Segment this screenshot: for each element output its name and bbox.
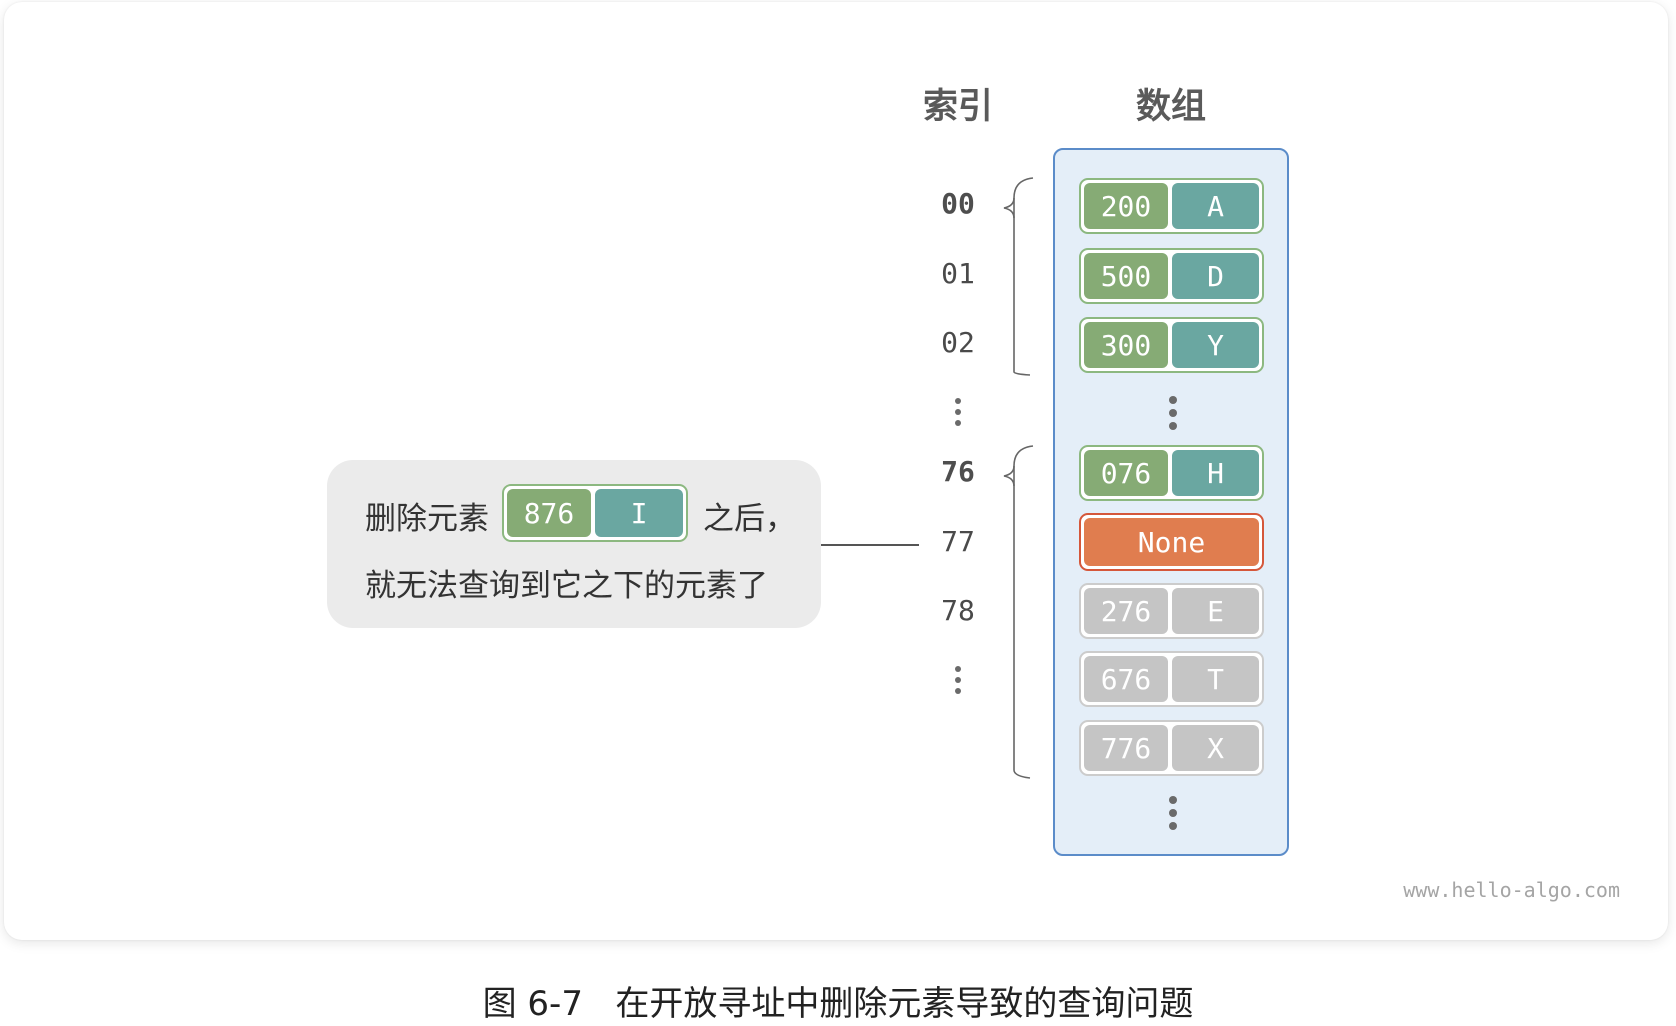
bucket-02: 300 Y — [1079, 317, 1264, 373]
callout-suffix: 之后， — [703, 501, 796, 537]
callout-prefix: 删除元素 — [365, 501, 489, 537]
callout-line-2: 就无法查询到它之下的元素了 — [365, 568, 768, 604]
bucket-value: E — [1172, 588, 1259, 634]
bucket-unreachable-x: 776 X — [1079, 720, 1264, 776]
removed-value: I — [595, 489, 683, 537]
bucket-value: T — [1172, 656, 1259, 702]
brace-lower-tip — [1003, 465, 1015, 487]
none-marker: None — [1084, 518, 1259, 566]
callout-connector-line — [821, 544, 919, 546]
bucket-key: 276 — [1084, 588, 1168, 634]
bucket-01: 500 D — [1079, 248, 1264, 304]
figure-caption: 图 6-7 在开放寻址中删除元素导致的查询问题 — [482, 984, 1194, 1024]
bucket-77-deleted: None — [1079, 513, 1264, 571]
bucket-key: 676 — [1084, 656, 1168, 702]
bucket-00: 200 A — [1079, 178, 1264, 234]
removed-entry: 876 I — [502, 484, 688, 542]
removed-key: 876 — [507, 489, 591, 537]
brace-upper — [1013, 177, 1034, 376]
brace-lower — [1013, 445, 1034, 779]
bucket-unreachable-t: 676 T — [1079, 651, 1264, 707]
bucket-value: Y — [1172, 322, 1259, 368]
brace-upper-tip — [1003, 197, 1015, 219]
watermark: www.hello-algo.com — [1403, 878, 1620, 902]
bucket-value: D — [1172, 253, 1259, 299]
bucket-key: 776 — [1084, 725, 1168, 771]
bucket-78: 276 E — [1079, 583, 1264, 639]
index-braces — [1003, 177, 1034, 779]
bucket-value: X — [1172, 725, 1259, 771]
bucket-value: H — [1172, 450, 1259, 496]
bucket-value: A — [1172, 183, 1259, 229]
bucket-76: 076 H — [1079, 445, 1264, 501]
bucket-key: 076 — [1084, 450, 1168, 496]
bucket-key: 500 — [1084, 253, 1168, 299]
array-ellipsis-lower — [1163, 796, 1183, 830]
array-ellipsis-upper — [1163, 396, 1183, 430]
bucket-key: 200 — [1084, 183, 1168, 229]
bucket-key: 300 — [1084, 322, 1168, 368]
